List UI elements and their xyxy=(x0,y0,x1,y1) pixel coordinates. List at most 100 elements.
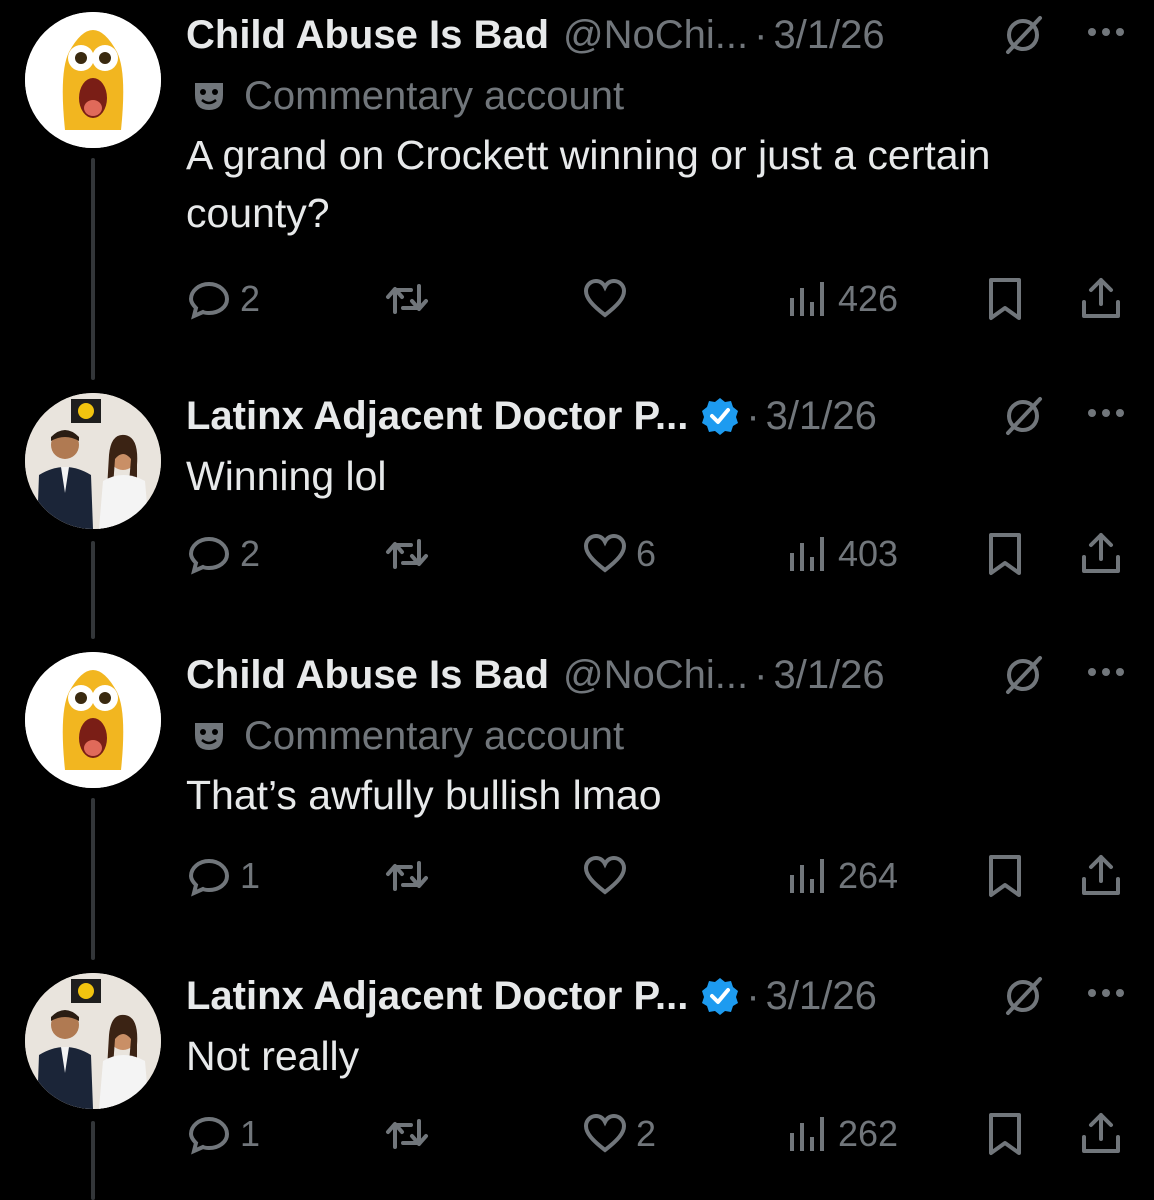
share-icon xyxy=(1082,855,1120,895)
reply-button[interactable]: 1 xyxy=(186,846,260,906)
reply-button[interactable]: 2 xyxy=(186,269,260,329)
views-icon xyxy=(790,537,824,571)
avatar-emoji[interactable] xyxy=(25,12,161,148)
avatar-emoji[interactable] xyxy=(25,652,161,788)
bookmark-button[interactable] xyxy=(982,524,1028,584)
reply-icon xyxy=(188,536,230,575)
tweet-header: Latinx Adjacent Doctor P... · 3/1/26 xyxy=(186,965,1154,1027)
heart-icon xyxy=(583,533,627,573)
display-name[interactable]: Latinx Adjacent Doctor P... xyxy=(186,394,688,439)
retweet-icon xyxy=(386,861,428,891)
heart-icon xyxy=(583,1113,627,1153)
retweet-button[interactable] xyxy=(384,1104,438,1164)
like-count: 6 xyxy=(636,533,657,574)
views-button[interactable]: 264 xyxy=(784,846,898,906)
reply-count: 2 xyxy=(240,533,261,574)
share-button[interactable] xyxy=(1078,269,1124,329)
bookmark-button[interactable] xyxy=(982,846,1028,906)
action-bar: 2 426 xyxy=(186,269,1154,329)
handle[interactable]: @NoChi... xyxy=(563,13,748,58)
tweet-header: Child Abuse Is Bad @NoChi... · 3/1/26 xyxy=(186,644,1154,706)
display-name[interactable]: Child Abuse Is Bad xyxy=(186,653,549,698)
grok-icon[interactable] xyxy=(1000,973,1046,1019)
retweet-icon xyxy=(386,539,428,569)
views-button[interactable]: 426 xyxy=(784,269,898,329)
retweet-button[interactable] xyxy=(384,524,438,584)
views-button[interactable]: 403 xyxy=(784,524,898,584)
like-count: 2 xyxy=(636,1113,657,1154)
reply-count: 2 xyxy=(240,278,261,319)
reply-button[interactable]: 2 xyxy=(186,524,260,584)
view-count: 403 xyxy=(838,533,899,574)
share-button[interactable] xyxy=(1078,1104,1124,1164)
views-icon xyxy=(790,1117,824,1151)
account-label: Commentary account xyxy=(186,706,1154,766)
timestamp[interactable]: 3/1/26 xyxy=(773,13,884,58)
reply-count: 1 xyxy=(240,1113,261,1154)
tweet-text: A grand on Crockett winning or just a ce… xyxy=(186,132,991,236)
tweet-text: Winning lol xyxy=(186,453,387,499)
separator: · xyxy=(746,393,760,438)
account-label-text: Commentary account xyxy=(244,713,625,758)
thread-line xyxy=(91,1121,95,1200)
theater-mask-icon xyxy=(195,83,223,110)
heart-icon xyxy=(583,278,627,318)
verified-badge-icon[interactable] xyxy=(700,396,740,436)
view-count: 262 xyxy=(838,1113,899,1154)
thread-line xyxy=(91,798,95,960)
like-button[interactable] xyxy=(582,846,636,906)
grok-icon[interactable] xyxy=(1000,652,1046,698)
bookmark-icon xyxy=(989,1113,1021,1155)
bookmark-button[interactable] xyxy=(982,269,1028,329)
views-button[interactable]: 262 xyxy=(784,1104,898,1164)
theater-mask-icon xyxy=(195,723,223,750)
bookmark-icon xyxy=(989,855,1021,897)
reply-icon xyxy=(188,858,230,897)
account-label: Commentary account xyxy=(186,66,1154,126)
grok-icon[interactable] xyxy=(1000,393,1046,439)
share-icon xyxy=(1082,1113,1120,1153)
action-bar: 2 6 403 xyxy=(186,524,1154,584)
timestamp[interactable]: 3/1/26 xyxy=(766,394,877,439)
action-bar: 1 264 xyxy=(186,846,1154,906)
timestamp[interactable]: 3/1/26 xyxy=(773,653,884,698)
display-name[interactable]: Child Abuse Is Bad xyxy=(186,13,549,58)
view-count: 264 xyxy=(838,855,899,896)
account-label-text: Commentary account xyxy=(244,73,625,118)
bookmark-button[interactable] xyxy=(982,1104,1028,1164)
tweet-header: Child Abuse Is Bad @NoChi... · 3/1/26 xyxy=(186,4,1154,66)
reply-count: 1 xyxy=(240,855,261,896)
handle[interactable]: @NoChi... xyxy=(563,653,748,698)
share-button[interactable] xyxy=(1078,524,1124,584)
like-button[interactable]: 6 xyxy=(582,524,656,584)
avatar-photo[interactable] xyxy=(25,393,161,529)
retweet-icon xyxy=(386,284,428,314)
more-icon[interactable] xyxy=(1086,987,1126,999)
thread-line xyxy=(91,541,95,639)
verified-badge-icon[interactable] xyxy=(700,976,740,1016)
share-icon xyxy=(1082,533,1120,573)
share-button[interactable] xyxy=(1078,846,1124,906)
retweet-button[interactable] xyxy=(384,269,438,329)
reply-icon xyxy=(188,281,230,320)
display-name[interactable]: Latinx Adjacent Doctor P... xyxy=(186,974,688,1019)
reply-button[interactable]: 1 xyxy=(186,1104,260,1164)
view-count: 426 xyxy=(838,278,899,319)
more-icon[interactable] xyxy=(1086,666,1126,678)
thread-line xyxy=(91,158,95,380)
bookmark-icon xyxy=(989,278,1021,320)
retweet-button[interactable] xyxy=(384,846,438,906)
avatar-photo[interactable] xyxy=(25,973,161,1109)
heart-icon xyxy=(583,855,627,895)
more-icon[interactable] xyxy=(1086,26,1126,38)
separator: · xyxy=(746,973,760,1018)
more-icon[interactable] xyxy=(1086,407,1126,419)
like-button[interactable] xyxy=(582,269,636,329)
grok-icon[interactable] xyxy=(1000,12,1046,58)
views-icon xyxy=(790,859,824,893)
tweet-header: Latinx Adjacent Doctor P... · 3/1/26 xyxy=(186,385,1154,447)
retweet-icon xyxy=(386,1119,428,1149)
timestamp[interactable]: 3/1/26 xyxy=(766,974,877,1019)
like-button[interactable]: 2 xyxy=(582,1104,656,1164)
tweet-text: Not really xyxy=(186,1033,360,1079)
